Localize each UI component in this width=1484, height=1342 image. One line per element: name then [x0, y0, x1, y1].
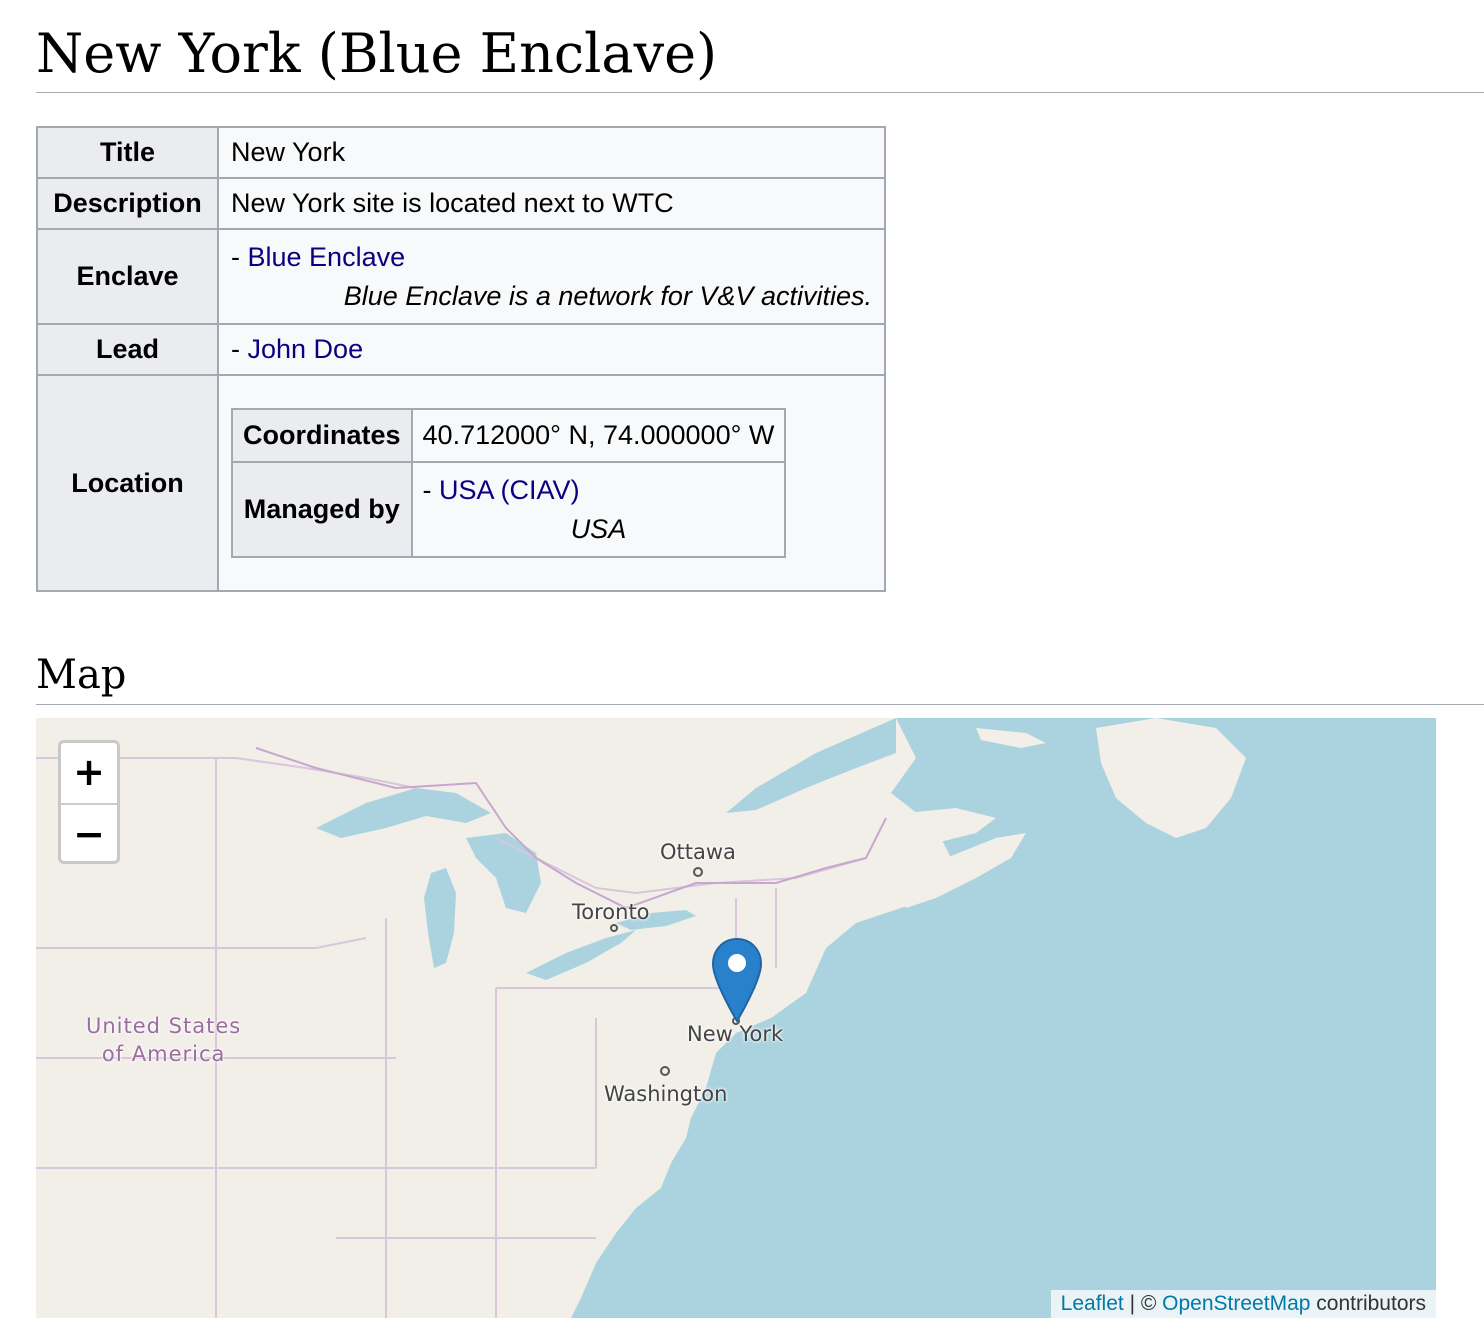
- location-table: Coordinates 40.712000° N, 74.000000° W M…: [231, 408, 787, 558]
- map-section-divider: [36, 704, 1484, 705]
- land-newfoundland: [1096, 718, 1246, 838]
- location-value-managed-by: - USA (CIAV) USA: [410, 461, 787, 558]
- zoom-in-button[interactable]: +: [61, 743, 117, 805]
- infobox-row-lead: Lead - John Doe: [36, 323, 886, 376]
- map-pin-icon[interactable]: [711, 937, 763, 1028]
- zoom-control: + −: [58, 740, 120, 864]
- map-attribution: Leaflet | © OpenStreetMap contributors: [1050, 1290, 1436, 1318]
- infobox-row-title: Title New York: [36, 126, 886, 179]
- infobox-row-location: Location Coordinates 40.712000° N, 74.00…: [36, 374, 886, 592]
- attribution-suffix: contributors: [1310, 1292, 1426, 1315]
- location-label-coordinates: Coordinates: [231, 408, 413, 463]
- enclave-description: Blue Enclave is a network for V&V activi…: [343, 280, 872, 311]
- location-row-managed-by: Managed by - USA (CIAV) USA: [231, 461, 787, 558]
- map-section-heading: Map: [36, 652, 127, 698]
- land-anticosti: [976, 728, 1046, 748]
- leaflet-link[interactable]: Leaflet: [1061, 1292, 1124, 1315]
- managed-by-country: USA: [570, 513, 627, 544]
- enclave-link[interactable]: Blue Enclave: [248, 242, 406, 272]
- infobox-label-location: Location: [36, 374, 219, 592]
- map-label-toronto: Toronto: [572, 900, 650, 924]
- map-label-country: United States of America: [86, 1012, 241, 1068]
- infobox-value-title: New York: [217, 126, 886, 179]
- map-label-ottawa: Ottawa: [660, 840, 736, 864]
- map-viewport[interactable]: Ottawa Toronto New York Washington Unite…: [36, 718, 1436, 1318]
- infobox-value-description: New York site is located next to WTC: [217, 177, 886, 230]
- lead-link[interactable]: John Doe: [248, 334, 364, 364]
- map-label-country-line1: United States: [86, 1014, 242, 1038]
- title-divider: [36, 92, 1484, 93]
- enclave-prefix: -: [231, 241, 248, 272]
- infobox-label-description: Description: [36, 177, 219, 230]
- infobox-row-enclave: Enclave - Blue Enclave Blue Enclave is a…: [36, 228, 886, 325]
- infobox-table: Title New York Description New York site…: [36, 126, 886, 592]
- attribution-separator: | ©: [1123, 1292, 1163, 1315]
- infobox-label-lead: Lead: [36, 323, 219, 376]
- infobox-row-description: Description New York site is located nex…: [36, 177, 886, 230]
- managed-by-link[interactable]: USA (CIAV): [439, 475, 580, 505]
- lead-prefix: -: [231, 334, 248, 364]
- zoom-out-button[interactable]: −: [61, 805, 117, 865]
- managed-prefix: -: [422, 474, 440, 505]
- location-label-managed-by: Managed by: [231, 461, 413, 558]
- page-title: New York (Blue Enclave): [36, 22, 718, 85]
- map-label-country-line2: of America: [101, 1042, 226, 1066]
- openstreetmap-link[interactable]: OpenStreetMap: [1162, 1292, 1310, 1315]
- location-row-coordinates: Coordinates 40.712000° N, 74.000000° W: [231, 408, 787, 463]
- infobox-label-title: Title: [36, 126, 219, 179]
- infobox-value-enclave: - Blue Enclave Blue Enclave is a network…: [217, 228, 886, 325]
- infobox-value-lead: - John Doe: [217, 323, 886, 376]
- infobox-label-enclave: Enclave: [36, 228, 219, 325]
- location-value-coordinates: 40.712000° N, 74.000000° W: [410, 408, 787, 463]
- infobox-value-location: Coordinates 40.712000° N, 74.000000° W M…: [217, 374, 886, 592]
- map-label-washington: Washington: [604, 1082, 728, 1106]
